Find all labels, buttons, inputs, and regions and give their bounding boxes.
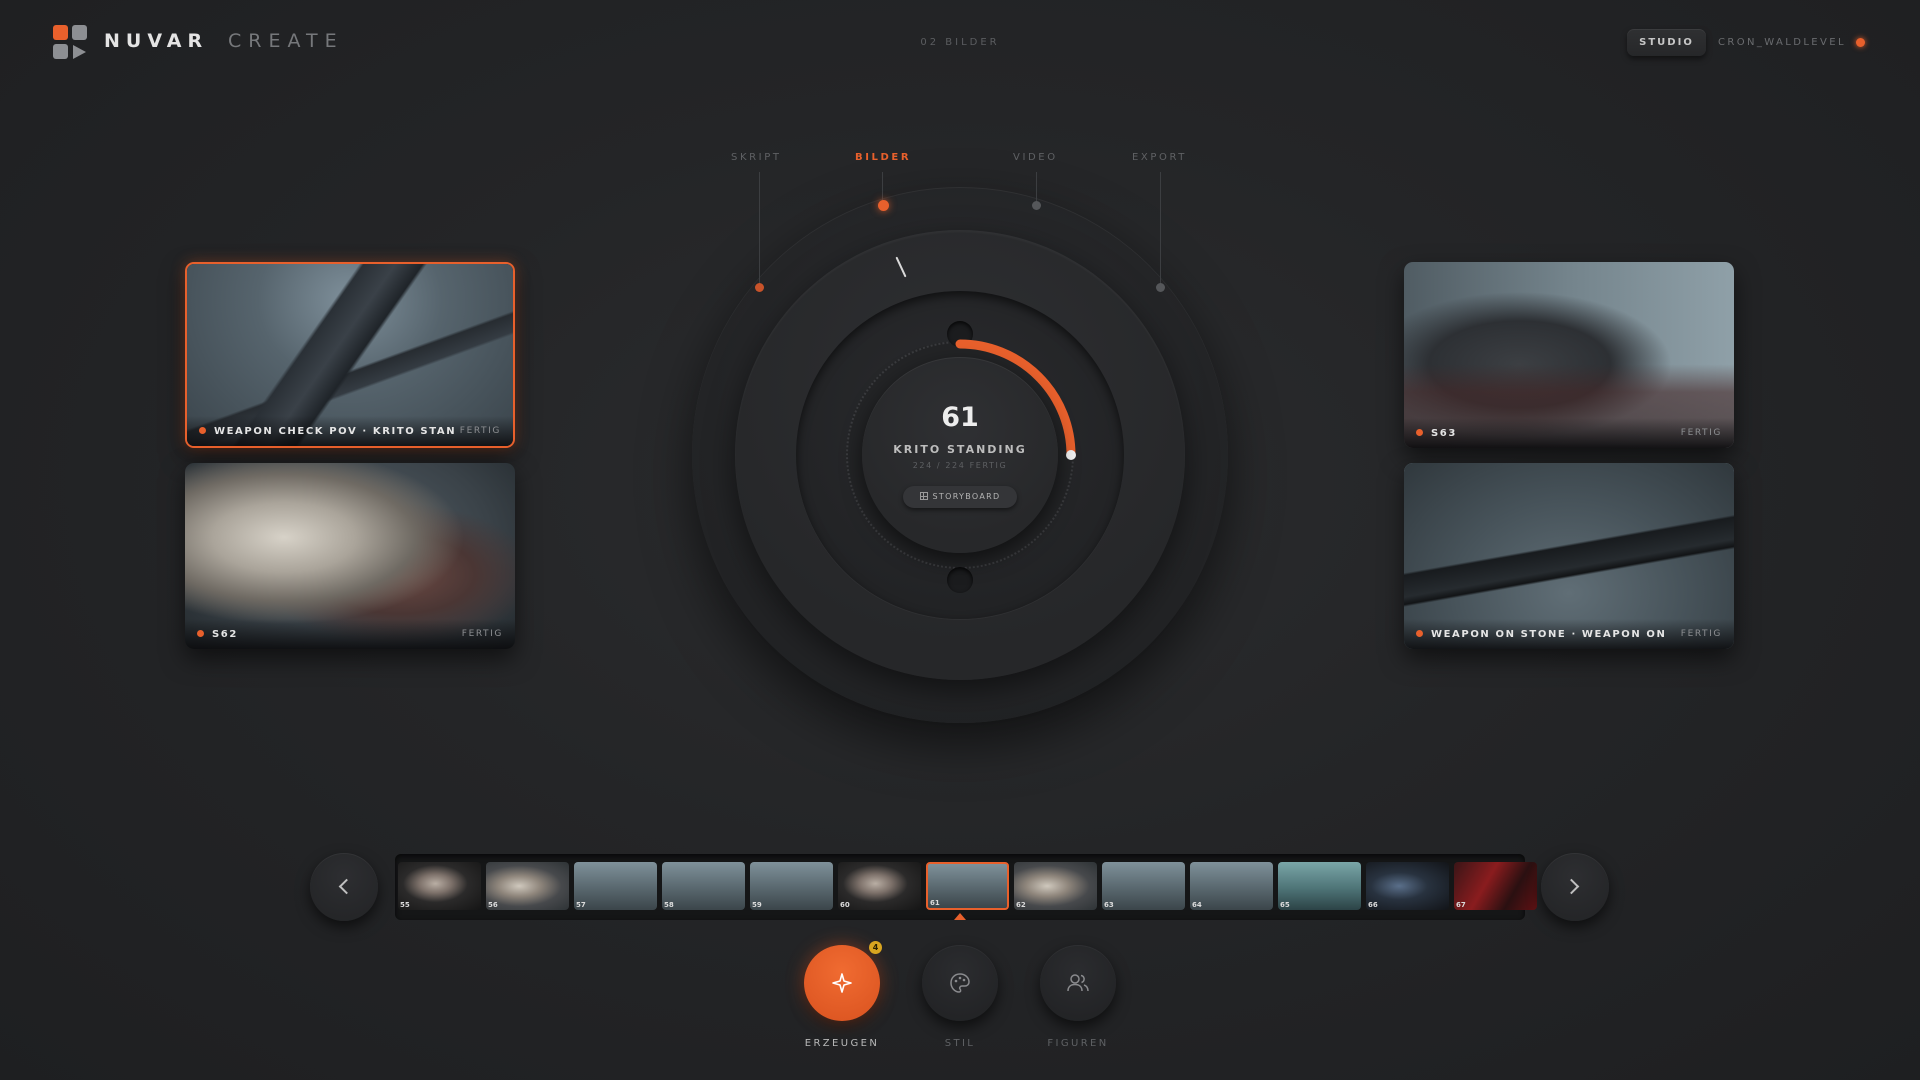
thumb-number: 67 — [1456, 901, 1466, 909]
filmstrip-thumb[interactable]: 66 — [1366, 862, 1449, 910]
status-dot — [197, 630, 204, 637]
user-name[interactable]: CRON_WALDLEVEL — [1718, 37, 1846, 48]
filmstrip-thumb[interactable]: 55 — [398, 862, 481, 910]
filmstrip-thumb[interactable]: 60 — [838, 862, 921, 910]
storyboard-label: STORYBOARD — [932, 492, 1001, 501]
palette-icon — [922, 945, 998, 1021]
thumb-number: 66 — [1368, 901, 1378, 909]
filmstrip-thumb[interactable]: 61 — [926, 862, 1009, 910]
filmstrip-thumb[interactable]: 64 — [1190, 862, 1273, 910]
status-dot — [1856, 38, 1865, 47]
thumb-number: 57 — [576, 901, 586, 909]
stage-leader-line — [1036, 172, 1037, 202]
filmstrip-thumb[interactable]: 59 — [750, 862, 833, 910]
thumb-number: 56 — [488, 901, 498, 909]
chevron-right-icon — [1563, 878, 1580, 895]
thumb-number: 58 — [664, 901, 674, 909]
thumb-number: 65 — [1280, 901, 1290, 909]
people-icon — [1040, 945, 1116, 1021]
stage-dot-bilder — [878, 200, 889, 211]
filmstrip-next-button[interactable] — [1541, 853, 1609, 921]
filmstrip-thumb[interactable]: 58 — [662, 862, 745, 910]
scene-number: 61 — [941, 402, 979, 433]
thumb-number: 60 — [840, 901, 850, 909]
stage-dot-skript — [755, 283, 764, 292]
status-dot — [1416, 630, 1423, 637]
scene-card-weapon-on-stone[interactable]: WEAPON ON STONE · WEAPON ON COB… FERTIG — [1404, 463, 1734, 649]
stage-dot-export — [1156, 283, 1165, 292]
stage-leader-line — [759, 172, 760, 284]
style-button[interactable] — [922, 945, 998, 1021]
stage-leader-line — [1160, 172, 1161, 284]
generate-button[interactable] — [804, 945, 880, 1021]
scene-card-weapon-check[interactable]: WEAPON CHECK POV · KRITO STANDI… FERTIG — [185, 262, 515, 448]
filmstrip-thumb[interactable]: 56 — [486, 862, 569, 910]
card-title: S62 — [212, 629, 238, 640]
style-label: STIL — [944, 1038, 976, 1049]
studio-button[interactable]: STUDIO — [1627, 29, 1706, 56]
thumb-number: 59 — [752, 901, 762, 909]
storyboard-button[interactable]: STORYBOARD — [903, 486, 1017, 508]
generate-badge: 4 — [869, 941, 882, 954]
generate-label: ERZEUGEN — [804, 1038, 880, 1049]
card-title: WEAPON ON STONE · WEAPON ON COB… — [1431, 629, 1671, 640]
stage-video[interactable]: VIDEO — [1013, 152, 1058, 163]
stage-bilder[interactable]: BILDER — [855, 152, 911, 163]
thumb-number: 62 — [1016, 901, 1026, 909]
filmstrip-thumb[interactable]: 63 — [1102, 862, 1185, 910]
card-status: FERTIG — [1680, 428, 1722, 438]
card-status: FERTIG — [459, 426, 501, 436]
card-title: WEAPON CHECK POV · KRITO STANDI… — [214, 426, 454, 437]
chevron-left-icon — [338, 878, 355, 895]
stage-export[interactable]: EXPORT — [1132, 152, 1187, 163]
scene-progress-text: 224 / 224 FERTIG — [912, 461, 1008, 470]
scene-title: KRITO STANDING — [893, 443, 1027, 456]
thumb-number: 64 — [1192, 901, 1202, 909]
status-dot — [199, 427, 206, 434]
progress-arc-handle — [1066, 450, 1076, 460]
thumb-number: 63 — [1104, 901, 1114, 909]
characters-button[interactable] — [1040, 945, 1116, 1021]
thumb-number: 55 — [400, 901, 410, 909]
stage-skript[interactable]: SKRIPT — [731, 152, 782, 163]
scene-card-s62[interactable]: S62 FERTIG — [185, 463, 515, 649]
grid-icon — [919, 492, 928, 500]
status-dot — [1416, 429, 1423, 436]
thumb-number: 61 — [930, 899, 940, 907]
card-title: S63 — [1431, 428, 1457, 439]
filmstrip-thumb[interactable]: 62 — [1014, 862, 1097, 910]
filmstrip-thumb[interactable]: 67 — [1454, 862, 1537, 910]
stage-dot-video — [1032, 201, 1041, 210]
scene-card-s63[interactable]: S63 FERTIG — [1404, 262, 1734, 448]
filmstrip-thumb[interactable]: 65 — [1278, 862, 1361, 910]
filmstrip-thumb[interactable]: 57 — [574, 862, 657, 910]
sparkle-icon — [804, 945, 880, 1021]
characters-label: FIGUREN — [1047, 1038, 1109, 1049]
selected-thumb-caret — [954, 913, 966, 920]
card-status: FERTIG — [1680, 629, 1722, 639]
filmstrip-prev-button[interactable] — [310, 853, 378, 921]
card-status: FERTIG — [461, 629, 503, 639]
